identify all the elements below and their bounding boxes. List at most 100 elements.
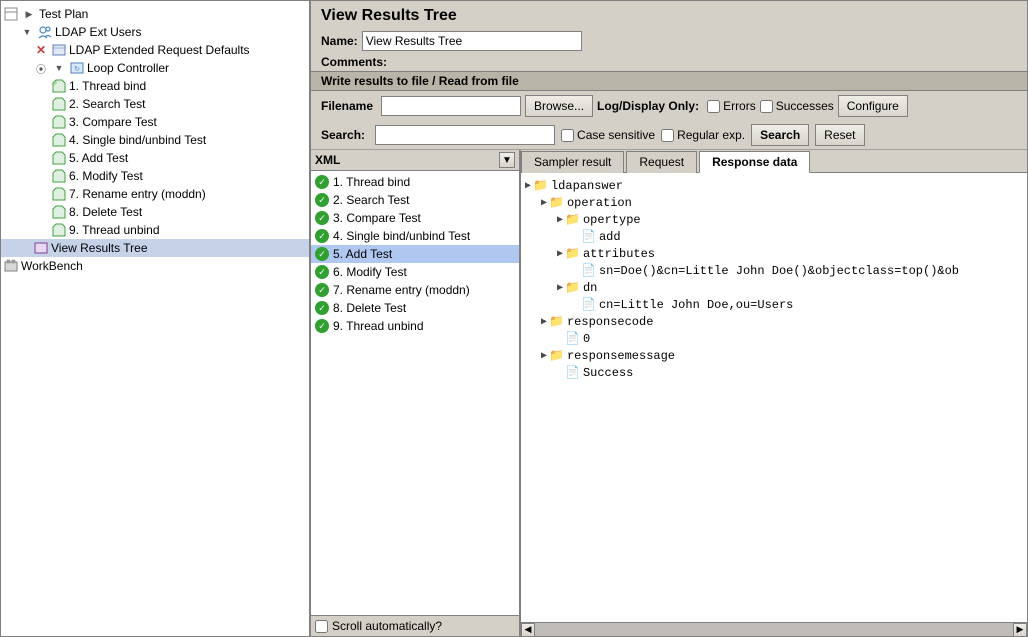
folder-icon: 📁 bbox=[565, 212, 580, 227]
xml-item-label: 3. Compare Test bbox=[333, 211, 421, 225]
scroll-track[interactable] bbox=[535, 623, 1013, 637]
check-icon: ✓ bbox=[315, 247, 329, 261]
doc-icon: 📄 bbox=[565, 365, 580, 380]
xml-list: ✓ 1. Thread bind ✓ 2. Search Test ✓ 3. C… bbox=[311, 171, 519, 615]
scroll-right-btn[interactable]: ▶ bbox=[1013, 623, 1027, 637]
tree-label: Test Plan bbox=[39, 7, 88, 21]
folder-icon: 📁 bbox=[549, 314, 564, 329]
result-tree-item-ldapanswer[interactable]: ▶ 📁 ldapanswer bbox=[525, 177, 1023, 194]
tree-item-single-bind[interactable]: 4. Single bind/unbind Test bbox=[1, 131, 309, 149]
tree-item-workbench[interactable]: WorkBench bbox=[1, 257, 309, 275]
tree-label: LDAP Extended Request Defaults bbox=[69, 43, 250, 57]
tree-label: 5. Add Test bbox=[69, 151, 128, 165]
tree-item-compare-test[interactable]: 3. Compare Test bbox=[1, 113, 309, 131]
reset-button[interactable]: Reset bbox=[815, 124, 864, 146]
tree-label: 3. Compare Test bbox=[69, 115, 157, 129]
result-tree-item-responsemessage[interactable]: ▶ 📁 responsemessage bbox=[525, 347, 1023, 364]
horizontal-scrollbar[interactable]: ◀ ▶ bbox=[521, 622, 1027, 636]
pin-icon: ⦿ bbox=[33, 60, 49, 76]
tree-item-thread-unbind[interactable]: 9. Thread unbind bbox=[1, 221, 309, 239]
tab-request[interactable]: Request bbox=[626, 151, 697, 173]
errors-checkbox-label[interactable]: Errors bbox=[707, 99, 756, 113]
tree-item-view-results-tree[interactable]: View Results Tree bbox=[1, 239, 309, 257]
result-tree-item-dn[interactable]: ▶ 📁 dn bbox=[525, 279, 1023, 296]
result-tree-item-sn[interactable]: 📄 sn=Doe()&cn=Little John Doe()&objectcl… bbox=[525, 262, 1023, 279]
plan-expand-icon: ▶ bbox=[21, 6, 37, 22]
scroll-auto-label: Scroll automatically? bbox=[332, 619, 442, 633]
scroll-left-btn[interactable]: ◀ bbox=[521, 623, 535, 637]
xml-list-item[interactable]: ✓ 1. Thread bind bbox=[311, 173, 519, 191]
result-label: operation bbox=[567, 196, 632, 210]
xml-list-item[interactable]: ✓ 3. Compare Test bbox=[311, 209, 519, 227]
tree-label: 6. Modify Test bbox=[69, 169, 143, 183]
xml-item-label: 2. Search Test bbox=[333, 193, 410, 207]
regular-exp-checkbox[interactable] bbox=[661, 129, 674, 142]
xml-list-item[interactable]: ✓ 7. Rename entry (moddn) bbox=[311, 281, 519, 299]
triangle-icon: ▶ bbox=[541, 350, 547, 362]
plan-icon bbox=[3, 6, 19, 22]
triangle-icon: ▶ bbox=[557, 282, 563, 294]
left-tree-panel: ▶ Test Plan ▼ LDAP Ext Users ✕ LDAP Exte… bbox=[1, 1, 311, 636]
result-label: responsemessage bbox=[567, 349, 675, 363]
successes-checkbox[interactable] bbox=[760, 100, 773, 113]
result-tree-item-zero[interactable]: 📄 0 bbox=[525, 330, 1023, 347]
xml-list-item[interactable]: ✓ 4. Single bind/unbind Test bbox=[311, 227, 519, 245]
configure-button[interactable]: Configure bbox=[838, 95, 908, 117]
scroll-auto-checkbox[interactable] bbox=[315, 620, 328, 633]
tree-item-rename-entry[interactable]: 7. Rename entry (moddn) bbox=[1, 185, 309, 203]
result-tree-item-responsecode[interactable]: ▶ 📁 responsecode bbox=[525, 313, 1023, 330]
tree-item-delete-test[interactable]: 8. Delete Test bbox=[1, 203, 309, 221]
loop-icon: ↻ bbox=[69, 60, 85, 76]
tree-item-search-test[interactable]: 2. Search Test bbox=[1, 95, 309, 113]
xml-list-item[interactable]: ✓ 2. Search Test bbox=[311, 191, 519, 209]
tree-label: LDAP Ext Users bbox=[55, 25, 141, 39]
tree-item-ldap-defaults[interactable]: ✕ LDAP Extended Request Defaults bbox=[1, 41, 309, 59]
tree-label: WorkBench bbox=[21, 259, 83, 273]
xml-item-label: 9. Thread unbind bbox=[333, 319, 424, 333]
tab-sampler-result[interactable]: Sampler result bbox=[521, 151, 624, 173]
xml-list-item-add-test[interactable]: ✓ 5. Add Test bbox=[311, 245, 519, 263]
xml-list-item[interactable]: ✓ 6. Modify Test bbox=[311, 263, 519, 281]
name-input[interactable] bbox=[362, 31, 582, 51]
tree-label: 4. Single bind/unbind Test bbox=[69, 133, 206, 147]
result-tree-item-add[interactable]: 📄 add bbox=[525, 228, 1023, 245]
browse-button[interactable]: Browse... bbox=[525, 95, 593, 117]
xml-list-item[interactable]: ✓ 8. Delete Test bbox=[311, 299, 519, 317]
search-button[interactable]: Search bbox=[751, 124, 809, 146]
check-icon: ✓ bbox=[315, 193, 329, 207]
expand-icon: ▼ bbox=[51, 60, 67, 76]
xml-dropdown-arrow[interactable]: ▼ bbox=[499, 152, 515, 168]
check-icon: ✓ bbox=[315, 211, 329, 225]
errors-checkbox[interactable] bbox=[707, 100, 720, 113]
sampler-icon bbox=[51, 78, 67, 94]
filename-input[interactable] bbox=[381, 96, 521, 116]
doc-icon: 📄 bbox=[581, 297, 596, 312]
case-sensitive-label[interactable]: Case sensitive bbox=[561, 128, 655, 142]
result-tree-item-opertype[interactable]: ▶ 📁 opertype bbox=[525, 211, 1023, 228]
tree-item-thread-bind[interactable]: 1. Thread bind bbox=[1, 77, 309, 95]
tab-response-data[interactable]: Response data bbox=[699, 151, 810, 173]
sampler-icon bbox=[51, 204, 67, 220]
tree-item-add-test[interactable]: 5. Add Test bbox=[1, 149, 309, 167]
result-label: ldapanswer bbox=[551, 179, 623, 193]
tree-result-area: ▶ 📁 ldapanswer ▶ 📁 operation ▶ 📁 op bbox=[521, 173, 1027, 622]
tree-item-modify-test[interactable]: 6. Modify Test bbox=[1, 167, 309, 185]
tree-item-ldap-ext-users[interactable]: ▼ LDAP Ext Users bbox=[1, 23, 309, 41]
tree-item-loop-controller[interactable]: ⦿ ▼ ↻ Loop Controller bbox=[1, 59, 309, 77]
case-sensitive-checkbox[interactable] bbox=[561, 129, 574, 142]
result-label: 0 bbox=[583, 332, 590, 346]
result-tree-item-operation[interactable]: ▶ 📁 operation bbox=[525, 194, 1023, 211]
main-content: XML ▼ ✓ 1. Thread bind ✓ 2. Search Test … bbox=[311, 150, 1027, 636]
search-input[interactable] bbox=[375, 125, 555, 145]
xml-item-label: 6. Modify Test bbox=[333, 265, 407, 279]
svg-text:↻: ↻ bbox=[74, 66, 80, 73]
xml-list-item[interactable]: ✓ 9. Thread unbind bbox=[311, 317, 519, 335]
regular-exp-label[interactable]: Regular exp. bbox=[661, 128, 745, 142]
tree-item-test-plan[interactable]: ▶ Test Plan bbox=[1, 5, 309, 23]
xml-item-label: 1. Thread bind bbox=[333, 175, 410, 189]
result-label: add bbox=[599, 230, 621, 244]
successes-checkbox-label[interactable]: Successes bbox=[760, 99, 834, 113]
result-tree-item-attributes[interactable]: ▶ 📁 attributes bbox=[525, 245, 1023, 262]
result-tree-item-success[interactable]: 📄 Success bbox=[525, 364, 1023, 381]
result-tree-item-cn[interactable]: 📄 cn=Little John Doe,ou=Users bbox=[525, 296, 1023, 313]
